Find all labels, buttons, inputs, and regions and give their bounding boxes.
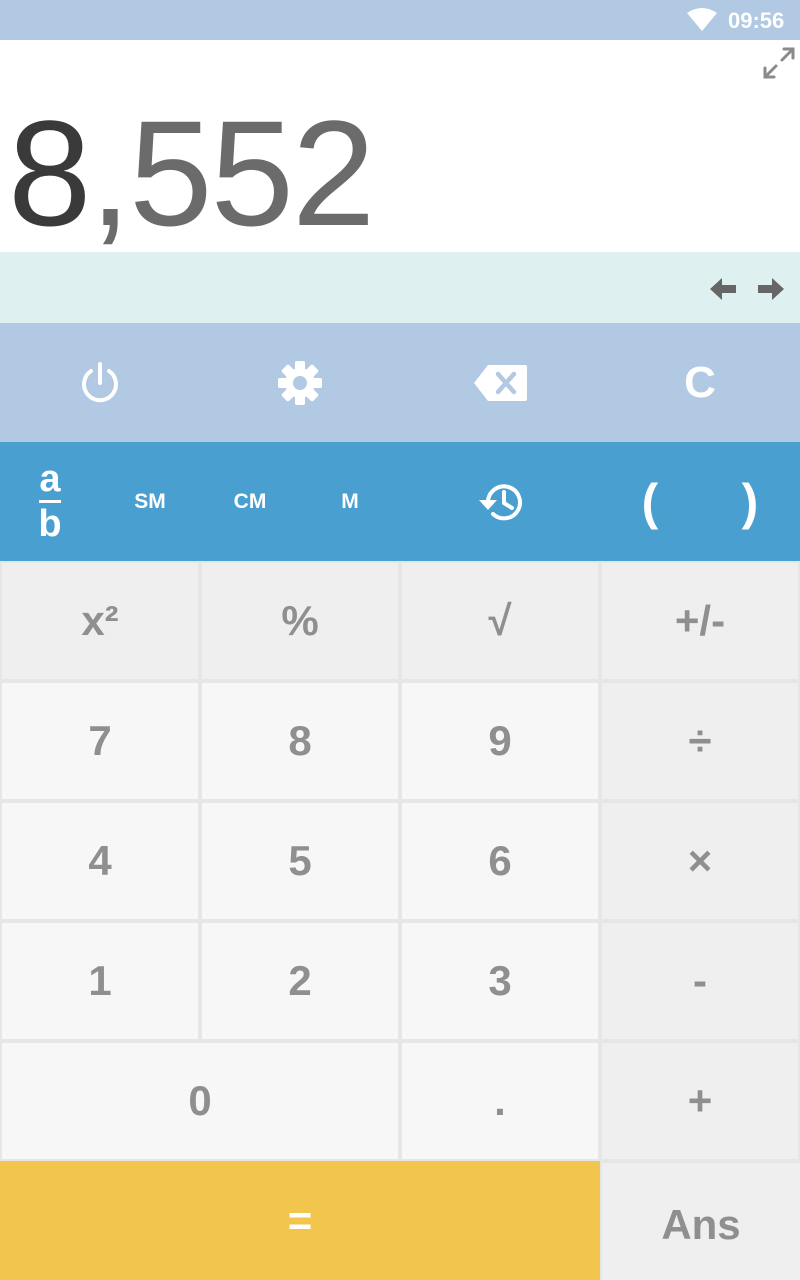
arrow-left-icon[interactable] <box>708 274 738 304</box>
clear-button[interactable]: C <box>600 323 800 442</box>
square-key[interactable]: x² <box>2 563 198 679</box>
percent-key[interactable]: % <box>202 563 398 679</box>
expression-bar <box>0 252 800 323</box>
backspace-icon <box>474 364 527 401</box>
ans-key[interactable]: Ans <box>602 1163 800 1280</box>
history-icon <box>479 483 522 520</box>
key-2[interactable]: 2 <box>202 923 398 1039</box>
result-display: 8,552 <box>0 40 800 252</box>
sqrt-key[interactable]: √ <box>402 563 598 679</box>
keypad: x² % √ +/- 7 8 9 ÷ 4 5 6 × 1 2 3 - 0 . +… <box>0 561 800 1280</box>
history-button[interactable] <box>400 442 600 561</box>
clear-label: C <box>684 357 716 407</box>
cm-button[interactable]: CM <box>200 442 300 561</box>
key-0[interactable]: 0 <box>2 1043 398 1159</box>
decimal-key[interactable]: . <box>402 1043 598 1159</box>
settings-button[interactable] <box>200 323 400 442</box>
close-paren-button[interactable]: ) <box>700 442 800 561</box>
power-icon <box>82 361 118 402</box>
key-8[interactable]: 8 <box>202 683 398 799</box>
divide-key[interactable]: ÷ <box>602 683 798 799</box>
m-button[interactable]: M <box>300 442 400 561</box>
open-paren-button[interactable]: ( <box>600 442 700 561</box>
key-7[interactable]: 7 <box>2 683 198 799</box>
wifi-icon <box>687 8 717 31</box>
plus-key[interactable]: + <box>602 1043 798 1159</box>
key-6[interactable]: 6 <box>402 803 598 919</box>
multiply-key[interactable]: × <box>602 803 798 919</box>
key-4[interactable]: 4 <box>2 803 198 919</box>
key-5[interactable]: 5 <box>202 803 398 919</box>
key-3[interactable]: 3 <box>402 923 598 1039</box>
status-bar: 09:56 <box>0 0 800 40</box>
controls-row: C <box>0 323 800 442</box>
display-value: 8,552 <box>8 89 375 257</box>
gear-icon <box>278 360 322 405</box>
fraction-button[interactable]: a b <box>0 442 100 561</box>
backspace-button[interactable] <box>400 323 600 442</box>
sm-button[interactable]: SM <box>100 442 200 561</box>
minus-key[interactable]: - <box>602 923 798 1039</box>
expand-icon[interactable] <box>762 46 796 80</box>
key-1[interactable]: 1 <box>2 923 198 1039</box>
key-9[interactable]: 9 <box>402 683 598 799</box>
fraction-icon: a b <box>38 458 62 545</box>
arrow-right-icon[interactable] <box>756 274 786 304</box>
equals-key[interactable]: = <box>0 1161 600 1280</box>
status-time: 09:56 <box>728 8 785 33</box>
memory-row: a b SM CM M ( ) <box>0 442 800 561</box>
negate-key[interactable]: +/- <box>602 563 798 679</box>
power-button[interactable] <box>0 323 200 442</box>
